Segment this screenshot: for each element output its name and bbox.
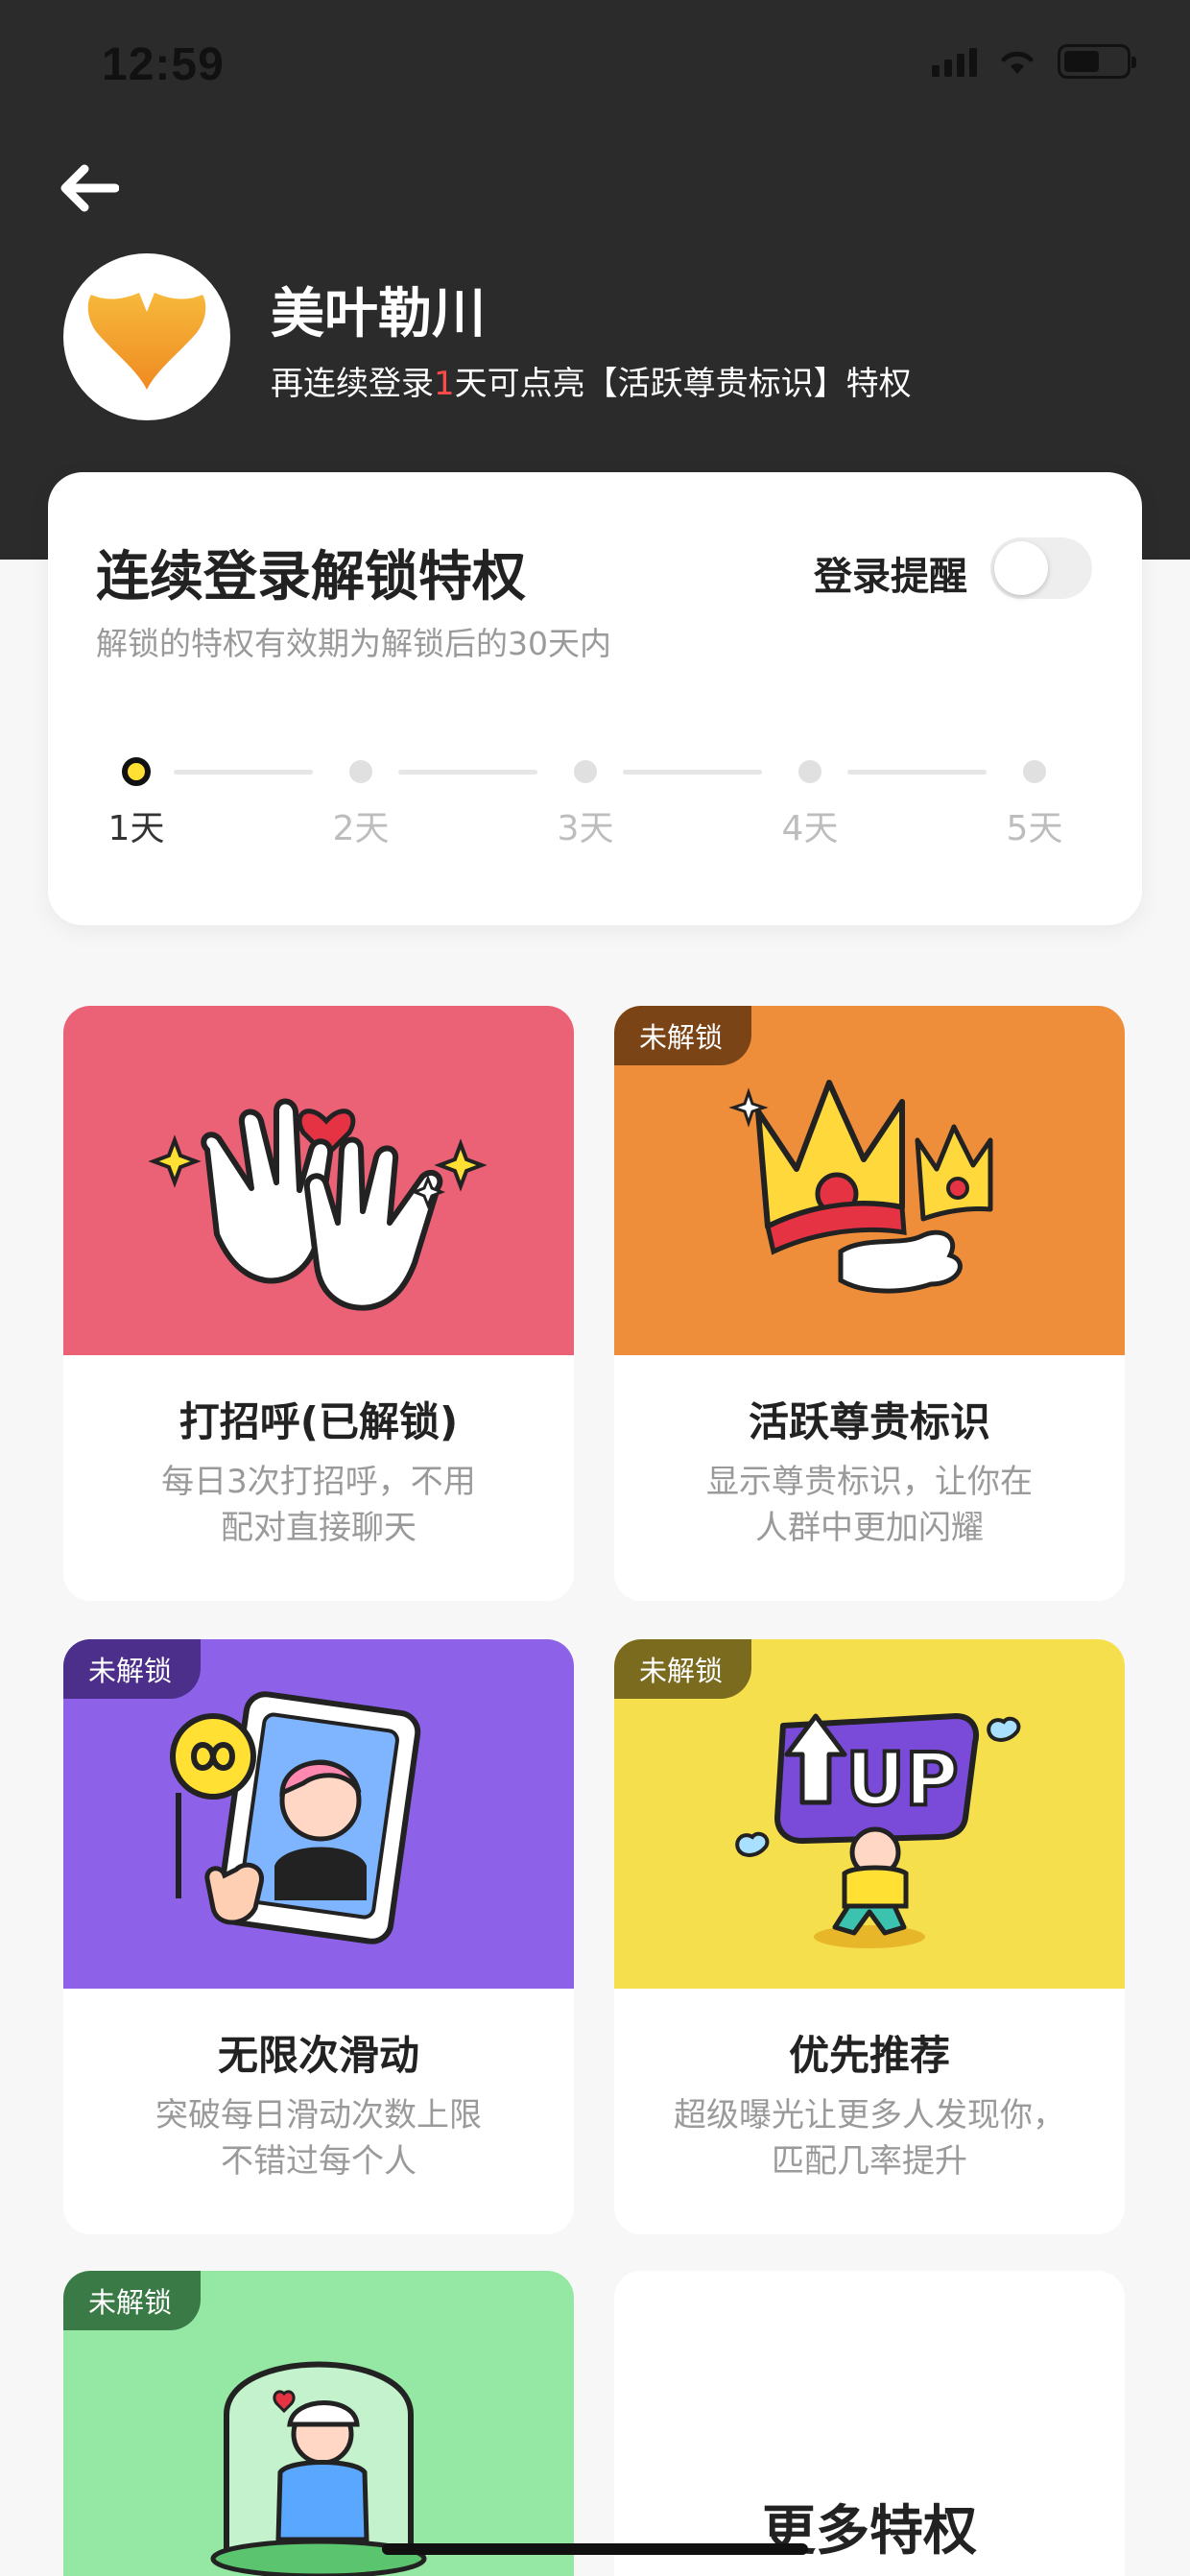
home-indicator <box>382 2543 808 2555</box>
ginkgo-leaf-icon <box>87 293 206 390</box>
login-streak-card: 连续登录解锁特权 解锁的特权有效期为解锁后的30天内 登录提醒 1天 2天 3天… <box>48 472 1142 925</box>
feature-description: 每日3次打招呼，不用 配对直接聊天 <box>161 1463 476 1547</box>
day-label: 1天 <box>107 809 165 848</box>
locked-badge: 未解锁 <box>63 1639 202 1699</box>
feature-description: 突破每日滑动次数上限 不错过每个人 <box>155 2096 482 2181</box>
back-arrow-icon[interactable] <box>58 161 119 215</box>
card-title: 连续登录解锁特权 <box>96 546 526 608</box>
feature-title: 优先推荐 <box>788 2032 950 2079</box>
progress-line <box>398 770 537 775</box>
feature-title: 活跃尊贵标识 <box>748 1398 990 1445</box>
day-label: 2天 <box>332 809 390 848</box>
day-label: 3天 <box>557 809 614 848</box>
feature-card-vip-badge[interactable]: 未解锁 活跃尊贵标识 显示尊贵标识，让你在 人群中更加闪耀 <box>614 1006 1125 1601</box>
feature-description: 超级曝光让更多人发现你， 匹配几率提升 <box>674 2096 1065 2181</box>
more-privileges-card[interactable]: 更多特权 <box>614 2271 1125 2576</box>
day-dot-5 <box>1023 760 1046 783</box>
locked-badge: 未解锁 <box>614 1006 752 1065</box>
feature-description: 显示尊贵标识，让你在 人群中更加闪耀 <box>706 1463 1033 1547</box>
locked-badge: 未解锁 <box>614 1639 752 1699</box>
toggle-knob <box>994 541 1048 595</box>
day-dot-1 <box>122 757 151 786</box>
card-subtitle: 解锁的特权有效期为解锁后的30天内 <box>96 625 611 662</box>
login-hint: 再连续登录1天可点亮【活跃尊贵标识】特权 <box>271 365 912 403</box>
progress-line <box>847 770 987 775</box>
feature-title: 无限次滑动 <box>217 2032 419 2079</box>
day-dot-2 <box>349 760 372 783</box>
greeting-hands-illustration <box>63 1006 574 1355</box>
remaining-days: 1 <box>434 365 455 403</box>
feature-title: 打招呼(已解锁) <box>178 1398 459 1445</box>
day-progress: 1天 2天 3天 4天 5天 <box>48 757 1142 875</box>
status-time: 12:59 <box>102 39 225 90</box>
progress-line <box>174 770 313 775</box>
feature-card-unlimited-swipe[interactable]: 未解锁 无限次滑动 突破每日滑动次数上限 不错过每个人 <box>63 1639 574 2234</box>
day-label: 4天 <box>781 809 839 848</box>
signal-icon <box>932 46 977 77</box>
feature-card-protection[interactable]: 未解锁 <box>63 2271 574 2576</box>
day-dot-4 <box>798 760 821 783</box>
status-icons <box>932 44 1136 79</box>
svg-text:UP: UP <box>845 1736 958 1822</box>
locked-badge: 未解锁 <box>63 2271 202 2330</box>
avatar[interactable] <box>63 253 230 420</box>
progress-line <box>623 770 762 775</box>
day-dot-3 <box>574 760 597 783</box>
wifi-icon <box>1001 51 1034 74</box>
day-label: 5天 <box>1006 809 1063 848</box>
feature-card-greet[interactable]: 打招呼(已解锁) 每日3次打招呼，不用 配对直接聊天 <box>63 1006 574 1601</box>
reminder-toggle[interactable] <box>990 537 1092 599</box>
battery-icon <box>1058 44 1136 79</box>
username: 美叶勒川 <box>271 283 486 346</box>
reminder-label: 登录提醒 <box>814 555 967 599</box>
feature-card-priority-recommend[interactable]: UP 未解锁 优先推荐 超级曝光让更多人发现你， 匹配几率提升 <box>614 1639 1125 2234</box>
